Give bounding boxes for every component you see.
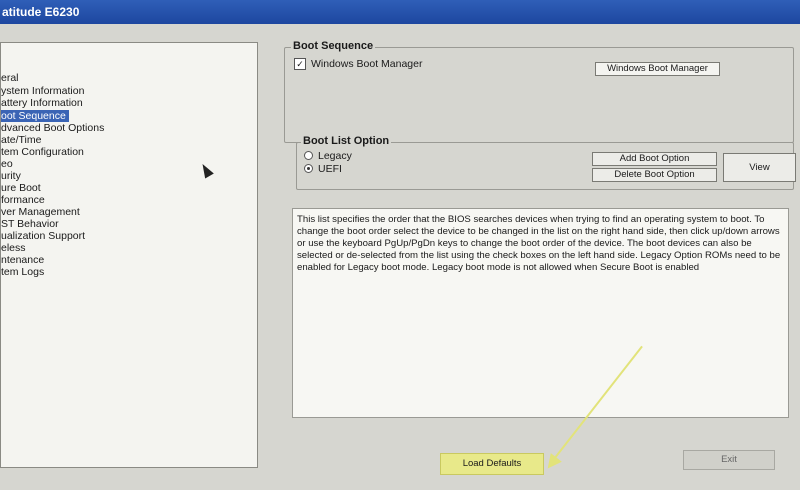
tree-item-security[interactable]: urity [1,170,24,182]
tree-item-system-logs[interactable]: tem Logs [1,266,47,278]
add-boot-option-button[interactable]: Add Boot Option [592,152,717,166]
window-title: atitude E6230 [0,0,800,24]
tree-item-boot-sequence[interactable]: oot Sequence [1,110,69,122]
tree-item-system-information[interactable]: ystem Information [1,85,87,97]
view-button[interactable]: View [723,153,796,182]
legacy-radio[interactable] [304,151,313,160]
boot-list-option-group: Boot List Option [296,135,794,190]
delete-boot-option-button[interactable]: Delete Boot Option [592,168,717,182]
uefi-label: UEFI [318,163,342,175]
tree-item-general[interactable]: eral [1,72,22,84]
tree-item-battery-information[interactable]: attery Information [1,97,86,109]
tree-item-video[interactable]: eo [1,158,16,170]
settings-tree[interactable]: eral ystem Information attery Informatio… [0,42,258,468]
exit-button[interactable]: Exit [683,450,775,470]
load-defaults-button[interactable]: Load Defaults [440,453,544,475]
bios-frame: eral ystem Information attery Informatio… [0,24,800,490]
tree-item-power-management[interactable]: ver Management [1,206,83,218]
tree-item-maintenance[interactable]: ntenance [1,254,47,266]
tree-item-system-configuration[interactable]: tem Configuration [1,146,87,158]
tree-item-secure-boot[interactable]: ure Boot [1,182,44,194]
boot-order-list-item[interactable]: Windows Boot Manager [595,62,720,76]
boot-sequence-title: Boot Sequence [291,40,376,52]
tree-item-date-time[interactable]: ate/Time [1,134,44,146]
windows-boot-manager-label: Windows Boot Manager [311,58,423,70]
uefi-radio[interactable] [304,164,313,173]
windows-boot-manager-checkbox[interactable]: ✓ [294,58,306,70]
help-description: This list specifies the order that the B… [292,208,789,418]
legacy-label: Legacy [318,150,352,162]
tree-item-wireless[interactable]: eless [1,242,29,254]
boot-list-option-title: Boot List Option [301,135,392,147]
tree-item-performance[interactable]: formance [1,194,48,206]
tree-item-post-behavior[interactable]: ST Behavior [1,218,62,230]
annotation-arrow-head-icon [542,453,562,473]
mouse-cursor-icon [198,161,214,179]
tree-item-advanced-boot-options[interactable]: dvanced Boot Options [1,122,107,134]
tree-item-virtualization-support[interactable]: ualization Support [1,230,88,242]
